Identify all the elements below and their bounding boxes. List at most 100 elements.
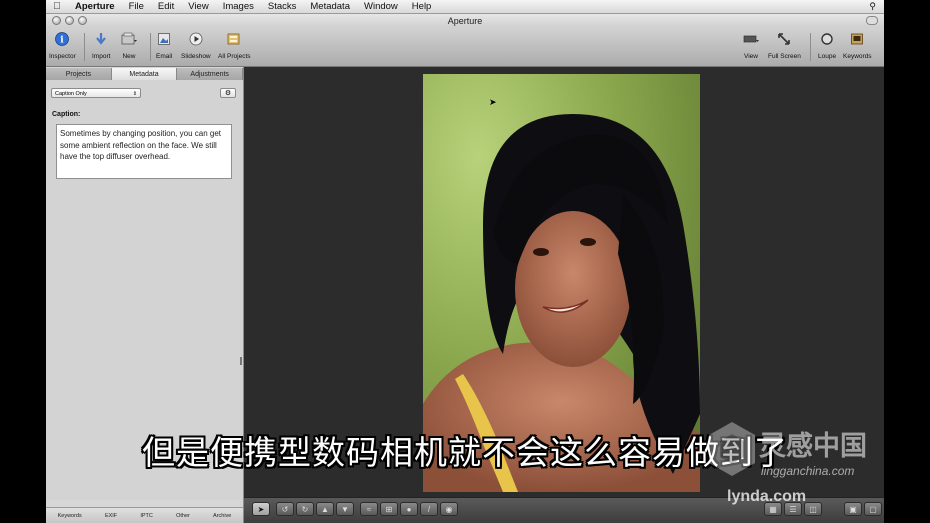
watermark: 灵感中国 lingganchina.com xyxy=(705,420,915,490)
gear-icon[interactable]: ⚙ xyxy=(220,88,236,98)
keywords-icon xyxy=(849,31,865,47)
tab-keywords[interactable]: Keywords xyxy=(58,513,82,519)
minimize-window-button[interactable] xyxy=(65,16,74,25)
rotate-right-icon: ↻ xyxy=(301,504,309,514)
watermark-title: 灵感中国 xyxy=(759,431,867,462)
svg-text:i: i xyxy=(61,36,65,46)
metadata-view-select[interactable]: Caption Only ⇕ xyxy=(51,88,141,98)
tab-adjustments[interactable]: Adjustments xyxy=(177,68,244,80)
email-photo-icon xyxy=(156,31,172,47)
spotlight-icon[interactable]: ⚲ xyxy=(869,1,884,12)
all-projects-label: All Projects xyxy=(218,53,251,60)
metadata-bottom-tabs: Keywords EXIF IPTC Other Archive xyxy=(46,507,243,523)
lynda-watermark: lynda.com xyxy=(727,488,807,505)
rotate-right-button[interactable]: ↻ xyxy=(296,502,314,516)
apple-icon[interactable]:  xyxy=(46,1,68,12)
panel-resize-handle[interactable] xyxy=(240,357,242,365)
menu-help[interactable]: Help xyxy=(405,1,439,12)
loupe-label: Loupe xyxy=(818,53,837,60)
loupe-icon xyxy=(819,31,835,47)
tab-iptc[interactable]: IPTC xyxy=(140,513,153,519)
straighten-icon: ≈ xyxy=(366,504,372,514)
toolbar-separator xyxy=(84,33,85,61)
keywords-label: Keywords xyxy=(843,53,872,60)
view-button[interactable]: View xyxy=(743,31,759,60)
close-window-button[interactable] xyxy=(52,16,61,25)
projects-icon xyxy=(226,31,242,47)
email-button[interactable]: Email xyxy=(156,31,172,60)
brush-tool-button[interactable]: / xyxy=(420,502,438,516)
new-folder-icon xyxy=(121,31,137,47)
crop-tool-button[interactable]: ⊞ xyxy=(380,502,398,516)
import-button[interactable]: Import xyxy=(92,31,110,60)
new-label: New xyxy=(122,53,136,60)
rotate-left-icon: ↺ xyxy=(281,504,289,514)
view-label: View xyxy=(744,53,758,60)
watermark-logo-icon xyxy=(709,422,755,476)
toolbar-toggle-button[interactable] xyxy=(866,16,878,25)
tab-projects[interactable]: Projects xyxy=(46,68,112,80)
keywords-button[interactable]: Keywords xyxy=(843,31,872,60)
tab-metadata[interactable]: Metadata xyxy=(111,68,178,80)
toolbar-separator xyxy=(810,33,811,61)
strip-option-button-4[interactable]: ▣ xyxy=(844,502,862,516)
caption-field[interactable]: Sometimes by changing position, you can … xyxy=(56,124,232,179)
stamp-icon: ▼ xyxy=(341,504,349,514)
filmstrip-icon: ◫ xyxy=(809,504,817,514)
tab-other[interactable]: Other xyxy=(176,513,190,519)
lift-tool-button[interactable]: ▲ xyxy=(316,502,334,516)
menu-edit[interactable]: Edit xyxy=(151,1,181,12)
full-screen-icon xyxy=(776,31,792,47)
caption-label: Caption: xyxy=(52,111,81,118)
slideshow-label: Slideshow xyxy=(181,53,211,60)
zoom-window-button[interactable] xyxy=(78,16,87,25)
toolbar-separator xyxy=(150,33,151,61)
rotate-left-button[interactable]: ↺ xyxy=(276,502,294,516)
select-arrows-icon: ⇕ xyxy=(132,91,137,97)
inspector-label: Inspector xyxy=(49,53,76,60)
arrow-icon: ➤ xyxy=(257,504,265,514)
metadata-view-value: Caption Only xyxy=(55,91,87,97)
inspector-tabs: Projects Metadata Adjustments xyxy=(46,68,244,80)
redeye-icon: ● xyxy=(406,504,412,514)
menu-images[interactable]: Images xyxy=(216,1,261,12)
preview-tool-button[interactable]: ◉ xyxy=(440,502,458,516)
redeye-tool-button[interactable]: ● xyxy=(400,502,418,516)
tab-exif[interactable]: EXIF xyxy=(105,513,117,519)
menu-file[interactable]: File xyxy=(122,1,151,12)
full-screen-button[interactable]: Full Screen xyxy=(768,31,801,60)
all-projects-button[interactable]: All Projects xyxy=(218,31,251,60)
window-title: Aperture xyxy=(447,16,483,26)
menu-stacks[interactable]: Stacks xyxy=(261,1,304,12)
straighten-tool-button[interactable]: ≈ xyxy=(360,502,378,516)
window-title-bar: Aperture xyxy=(46,14,884,28)
crop-icon: ⊞ xyxy=(385,504,393,514)
strip-option-button-5[interactable]: ▢ xyxy=(864,502,882,516)
stamp-tool-button[interactable]: ▼ xyxy=(336,502,354,516)
brush-icon: / xyxy=(427,504,431,514)
menu-metadata[interactable]: Metadata xyxy=(303,1,357,12)
import-label: Import xyxy=(92,53,111,60)
menu-app[interactable]: Aperture xyxy=(68,1,122,12)
inspector-button[interactable]: i Inspector xyxy=(49,31,76,60)
info-icon: i xyxy=(54,31,70,47)
email-label: Email xyxy=(156,53,173,60)
selection-tool-button[interactable]: ➤ xyxy=(252,502,270,516)
import-arrow-icon xyxy=(93,31,109,47)
slideshow-button[interactable]: Slideshow xyxy=(181,31,211,60)
strip-option-button-3[interactable]: ◫ xyxy=(804,502,822,516)
watermark-url: lingganchina.com xyxy=(761,464,855,478)
loupe-button[interactable]: Loupe xyxy=(818,31,836,60)
menu-view[interactable]: View xyxy=(181,1,215,12)
view-icon xyxy=(743,31,759,47)
menu-window[interactable]: Window xyxy=(357,1,405,12)
tab-archive[interactable]: Archive xyxy=(213,513,231,519)
collapse-icon: ▢ xyxy=(869,504,877,514)
window-controls xyxy=(52,16,87,25)
eye-icon: ◉ xyxy=(445,504,453,514)
lift-icon: ▲ xyxy=(321,504,329,514)
toolbar: i Inspector Import New Email Slideshow A… xyxy=(46,28,884,67)
menu-bar:  Aperture File Edit View Images Stacks … xyxy=(46,0,884,14)
expand-icon: ▣ xyxy=(849,504,857,514)
new-button[interactable]: New xyxy=(121,31,137,60)
